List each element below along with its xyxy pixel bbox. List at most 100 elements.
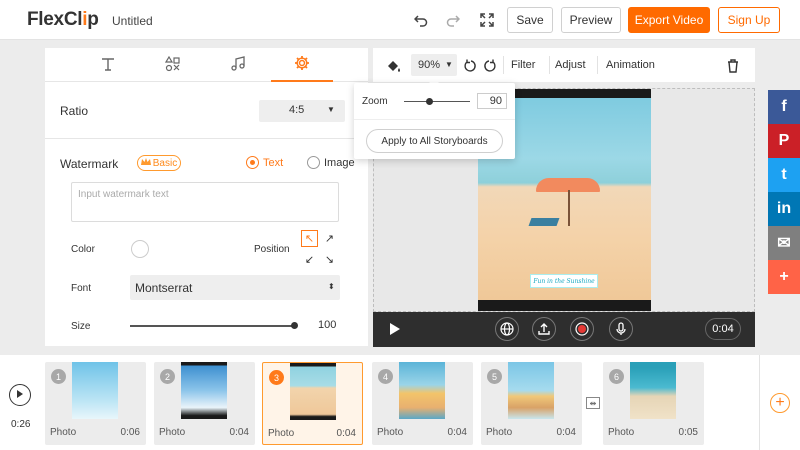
zoom-select-value: 90% bbox=[418, 59, 441, 71]
clip-type: Photo bbox=[268, 428, 295, 439]
text-tool-icon bbox=[100, 56, 116, 75]
apply-all-storyboards-button[interactable]: Apply to All Storyboards bbox=[366, 129, 503, 153]
email-share-button[interactable]: ✉ bbox=[768, 226, 800, 260]
paint-bucket-icon[interactable] bbox=[385, 57, 403, 75]
umbrella-pole bbox=[568, 190, 570, 226]
clip-duration: 0:05 bbox=[678, 427, 698, 438]
document-title[interactable]: Untitled bbox=[112, 14, 153, 28]
clip-thumbnail bbox=[290, 363, 336, 420]
clip-number: 1 bbox=[51, 369, 66, 384]
twitter-share-button[interactable]: t bbox=[768, 158, 800, 192]
microphone-icon[interactable] bbox=[609, 317, 633, 341]
rotate-left-icon[interactable] bbox=[462, 57, 480, 75]
watermark-image-radio[interactable] bbox=[307, 156, 320, 169]
position-top-right-button[interactable]: ↗ bbox=[321, 230, 338, 247]
ratio-select[interactable]: 4:5 ▼ bbox=[259, 100, 345, 122]
save-button[interactable]: Save bbox=[507, 7, 553, 33]
more-share-button[interactable]: + bbox=[768, 260, 800, 294]
storyboard-clip-5[interactable]: 5 Photo 0:04 bbox=[481, 362, 582, 445]
flexclip-logo[interactable]: FlexClip bbox=[27, 9, 99, 31]
storyboard-clip-6[interactable]: 6 Photo 0:05 bbox=[603, 362, 704, 445]
clip-number: 4 bbox=[378, 369, 393, 384]
sign-up-button[interactable]: Sign Up bbox=[718, 7, 780, 33]
caption-text: Fun in the Sunshine bbox=[533, 277, 595, 285]
zoom-slider-track[interactable] bbox=[404, 101, 470, 102]
popup-divider bbox=[354, 119, 515, 120]
clip-thumbnail bbox=[181, 362, 227, 419]
caption-box[interactable]: Fun in the Sunshine bbox=[530, 274, 598, 288]
clip-thumbnail bbox=[630, 362, 676, 419]
facebook-share-button[interactable]: f bbox=[768, 90, 800, 124]
watermark-color-swatch[interactable] bbox=[131, 240, 149, 258]
redo-icon[interactable] bbox=[444, 11, 462, 29]
basic-badge-label: Basic bbox=[152, 157, 178, 169]
add-clip-button[interactable]: + bbox=[770, 392, 790, 413]
watermark-text-radio-label[interactable]: Text bbox=[263, 157, 283, 169]
clip-type: Photo bbox=[159, 427, 186, 438]
record-icon[interactable] bbox=[570, 317, 594, 341]
font-select[interactable]: Montserrat ⬍ bbox=[130, 275, 340, 300]
position-bottom-left-button[interactable]: ↙ bbox=[301, 251, 318, 268]
trash-icon[interactable] bbox=[724, 57, 742, 75]
plus-icon: + bbox=[779, 268, 789, 285]
transition-icon[interactable]: ⇹ bbox=[586, 397, 600, 409]
watermark-image-radio-label[interactable]: Image bbox=[324, 157, 355, 169]
zoom-slider-thumb[interactable] bbox=[426, 98, 433, 105]
timeline-play-button[interactable] bbox=[9, 384, 31, 406]
clip-duration: 0:04 bbox=[556, 427, 576, 438]
tab-elements[interactable] bbox=[142, 48, 204, 82]
watermark-text-radio[interactable] bbox=[246, 156, 259, 169]
clip-type: Photo bbox=[377, 427, 404, 438]
size-slider-thumb[interactable] bbox=[291, 322, 298, 329]
tab-music[interactable] bbox=[207, 48, 269, 82]
animation-button[interactable]: Animation bbox=[606, 59, 655, 71]
linkedin-icon: in bbox=[776, 200, 792, 217]
clip-number: 3 bbox=[269, 370, 284, 385]
preview-button[interactable]: Preview bbox=[561, 7, 621, 33]
player-bar: 0:04 bbox=[373, 312, 755, 347]
zoom-popup: Zoom 90 Apply to All Storyboards bbox=[354, 83, 515, 159]
storyboard-clip-4[interactable]: 4 Photo 0:04 bbox=[372, 362, 473, 445]
filter-button[interactable]: Filter bbox=[511, 59, 535, 71]
size-slider-track[interactable] bbox=[130, 325, 295, 327]
pinterest-share-button[interactable]: P bbox=[768, 124, 800, 158]
arrow-down-right-icon: ↘ bbox=[324, 254, 335, 266]
storyboard-clip-1[interactable]: 1 Photo 0:06 bbox=[45, 362, 146, 445]
color-label: Color bbox=[71, 244, 95, 255]
storyboard-clip-3[interactable]: 3 Photo 0:04 bbox=[262, 362, 363, 445]
rotate-right-icon[interactable] bbox=[480, 57, 498, 75]
tab-text[interactable] bbox=[77, 48, 139, 82]
clip-duration: 0:04 bbox=[229, 427, 249, 438]
play-icon[interactable] bbox=[389, 322, 401, 339]
clip-duration: 0:04 bbox=[336, 428, 356, 439]
section-divider bbox=[45, 138, 368, 139]
globe-icon[interactable] bbox=[495, 317, 519, 341]
undo-icon[interactable] bbox=[412, 11, 430, 29]
clip-thumbnail bbox=[399, 362, 445, 419]
basic-plan-badge: Basic bbox=[137, 155, 181, 171]
pinterest-icon: P bbox=[778, 132, 790, 149]
storyboard-timeline: 0:26 1 Photo 0:06 2 Photo 0:04 3 Photo 0… bbox=[0, 355, 800, 450]
music-note-icon bbox=[230, 55, 246, 75]
position-top-left-button[interactable]: ↖ bbox=[301, 230, 318, 247]
toolbar-divider bbox=[503, 56, 504, 74]
export-video-button[interactable]: Export Video bbox=[628, 7, 710, 33]
beach-chair bbox=[528, 218, 560, 226]
canvas-toolbar: 90% ▼ Filter Adjust Animation bbox=[373, 48, 755, 82]
zoom-select[interactable]: 90% ▼ bbox=[411, 54, 457, 76]
watermark-text-input[interactable] bbox=[71, 182, 339, 222]
upload-icon[interactable] bbox=[532, 317, 556, 341]
storyboard-clip-2[interactable]: 2 Photo 0:04 bbox=[154, 362, 255, 445]
caret-down-icon: ▼ bbox=[445, 60, 453, 69]
position-bottom-right-button[interactable]: ↘ bbox=[321, 251, 338, 268]
linkedin-share-button[interactable]: in bbox=[768, 192, 800, 226]
clip-thumbnail bbox=[72, 362, 118, 419]
tab-settings[interactable] bbox=[271, 48, 333, 82]
logo-text-start: FlexCl bbox=[27, 9, 83, 30]
clip-duration: 0:04 bbox=[447, 427, 467, 438]
clip-time-badge: 0:04 bbox=[705, 318, 741, 340]
zoom-value-input[interactable]: 90 bbox=[477, 93, 507, 109]
arrow-up-right-icon: ↗ bbox=[324, 233, 335, 245]
adjust-button[interactable]: Adjust bbox=[555, 59, 586, 71]
fullscreen-icon[interactable] bbox=[478, 11, 496, 29]
